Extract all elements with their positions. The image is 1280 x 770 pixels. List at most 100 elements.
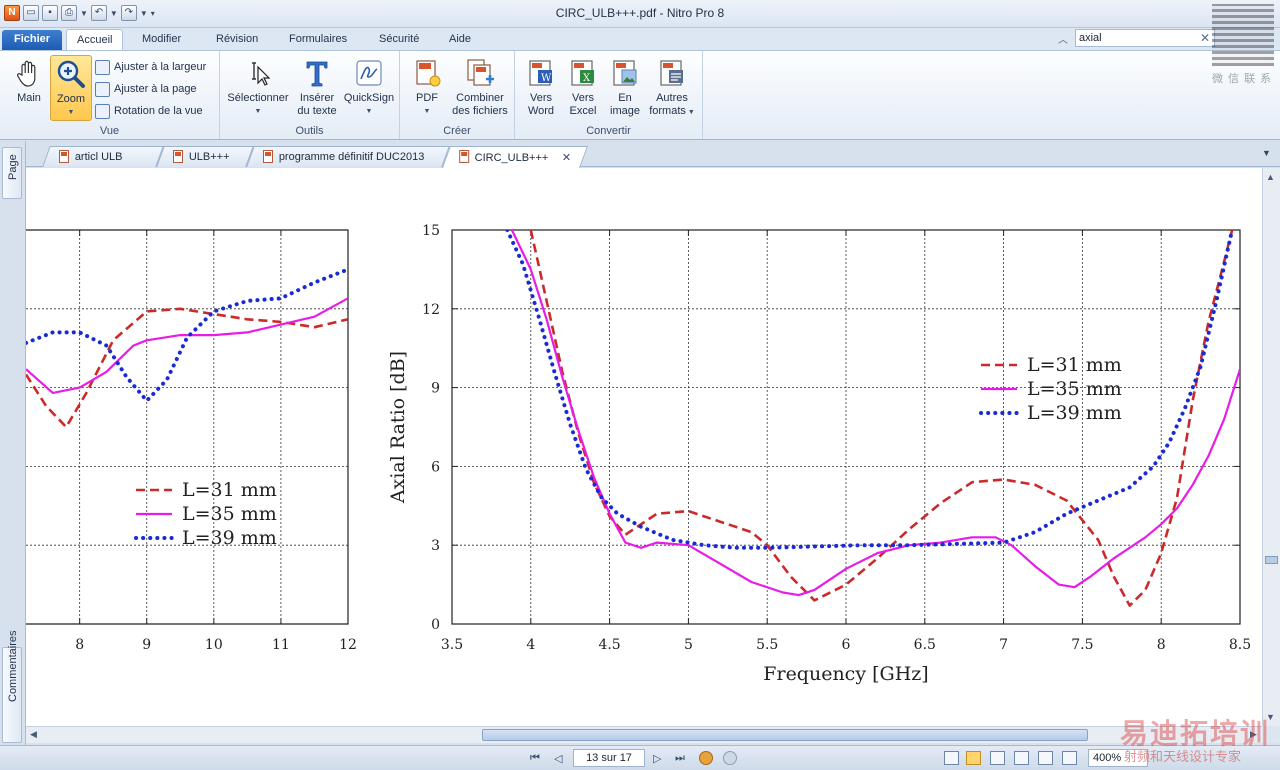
pdf-file-icon xyxy=(263,150,273,163)
x-tick-label: 6.5 xyxy=(914,637,936,653)
y-tick-label: 9 xyxy=(431,381,440,397)
ribbon: Main Zoom ▼ Ajuster à la largeur Ajuster… xyxy=(0,50,1280,140)
fit-width-button[interactable]: Ajuster à la largeur xyxy=(95,58,206,76)
select-label: Sélectionner xyxy=(227,92,289,104)
side-tab-comments-label: Commentaires xyxy=(7,630,19,702)
y-tick-label: 3 xyxy=(431,538,440,554)
facing-view-icon[interactable] xyxy=(990,751,1005,765)
fit-page-label: Ajuster à la page xyxy=(114,83,197,95)
combine-files-label-2: des fichiers xyxy=(452,105,508,117)
document-view[interactable]: 8 9 10 11 12 L=31 mm L=35 mm L=39 mm 3.5 4 4.5 5 5.… xyxy=(26,168,1262,726)
doc-tab-articl-ulb[interactable]: articl ULB xyxy=(42,146,164,167)
previous-page-icon[interactable]: ◁ xyxy=(554,752,562,765)
scroll-up-icon[interactable]: ▲ xyxy=(1266,172,1275,182)
x-axis-label: Frequency [GHz] xyxy=(763,663,928,685)
x-tick-label: 5 xyxy=(684,637,693,653)
legend-label: L=39 mm xyxy=(1027,402,1122,424)
tab-fichier[interactable]: Fichier xyxy=(2,30,63,50)
fit-page-view-icon[interactable] xyxy=(1038,751,1053,765)
group-label-vue: Vue xyxy=(99,125,120,137)
back-view-icon[interactable] xyxy=(699,751,713,765)
qr-caption-watermark: 微 信 联 系 xyxy=(1212,73,1273,85)
rotate-view-button[interactable]: Rotation de la vue xyxy=(95,102,203,120)
series-line xyxy=(26,307,348,429)
series-group xyxy=(505,230,1240,607)
other-formats-button[interactable]: Autres formats ▼ xyxy=(647,57,697,119)
to-word-button[interactable]: W Vers Word xyxy=(521,57,561,118)
x-tick-label: 8 xyxy=(1157,637,1166,653)
tab-revision[interactable]: Révision xyxy=(206,29,268,51)
x-tick-label: 11 xyxy=(272,637,290,653)
group-outils: Sélectionner ▼ Insérer du texte QuickSig… xyxy=(220,51,400,139)
other-formats-label-1: Autres xyxy=(656,92,688,104)
page-number-input[interactable]: 13 sur 17 xyxy=(573,749,645,767)
combine-files-label-1: Combiner xyxy=(456,92,504,104)
quicksign-icon xyxy=(356,60,382,86)
y-tick-label: 0 xyxy=(431,617,440,633)
tab-list-dropdown-icon[interactable]: ▼ xyxy=(1262,148,1271,158)
legend-label: L=31 mm xyxy=(1027,354,1122,376)
group-label-outils: Outils xyxy=(295,125,324,137)
combine-files-button[interactable]: Combiner des fichiers xyxy=(450,57,510,118)
facing-continuous-view-icon[interactable] xyxy=(1014,751,1029,765)
x-tick-label: 12 xyxy=(339,637,357,653)
select-button[interactable]: Sélectionner ▼ xyxy=(224,57,292,118)
doc-tab-programme[interactable]: programme définitif DUC2013 xyxy=(246,146,450,167)
tab-modifier[interactable]: Modifier xyxy=(132,29,191,51)
zoom-button[interactable]: Zoom ▼ xyxy=(50,55,92,121)
select-dropdown-icon: ▼ xyxy=(254,108,262,115)
tab-securite[interactable]: Sécurité xyxy=(369,29,429,51)
excel-doc-icon: X xyxy=(571,60,594,86)
scroll-left-icon[interactable]: ◀ xyxy=(30,729,37,740)
to-excel-label-1: Vers xyxy=(571,92,594,104)
side-tab-page-label: Page xyxy=(7,154,19,180)
other-formats-dropdown-icon: ▼ xyxy=(685,109,695,116)
side-tab-comments[interactable]: Commentaires xyxy=(2,630,22,743)
select-cursor-icon xyxy=(252,62,271,86)
doc-tab-circ-ulb[interactable]: CIRC_ULB+++ ✕ xyxy=(441,146,589,168)
insert-text-button[interactable]: Insérer du texte xyxy=(294,57,340,118)
title-bar: N ▭ ▪ ⎙ ▼ ↶ ▼ ↷ ▼ ▾ CIRC_ULB+++.pdf - Ni… xyxy=(0,0,1280,28)
group-vue: Main Zoom ▼ Ajuster à la largeur Ajuster… xyxy=(0,51,220,139)
hand-tool-label: Main xyxy=(17,92,41,104)
fullscreen-icon[interactable] xyxy=(1062,751,1077,765)
status-bar: ⏮ ◁ 13 sur 17 ▷ ⏭ 400% xyxy=(0,745,1280,770)
vertical-scrollbar[interactable]: ▲ ▼ xyxy=(1262,168,1280,726)
quicksign-button[interactable]: QuickSign ▼ xyxy=(342,57,396,118)
tab-accueil[interactable]: Accueil xyxy=(66,29,124,51)
side-tab-page[interactable]: Page xyxy=(2,147,22,199)
tab-formulaires[interactable]: Formulaires xyxy=(279,29,357,51)
to-image-button[interactable]: En image xyxy=(605,57,645,118)
series-line xyxy=(26,297,348,394)
x-tick-label: 9 xyxy=(142,637,151,653)
zoom-label: Zoom xyxy=(56,93,86,105)
first-page-icon[interactable]: ⏮ xyxy=(530,752,540,765)
to-image-label-1: En xyxy=(618,92,632,104)
combine-files-icon xyxy=(467,59,494,86)
word-doc-icon: W xyxy=(529,60,552,86)
create-pdf-button[interactable]: PDF ▼ xyxy=(406,57,448,118)
fit-page-button[interactable]: Ajuster à la page xyxy=(95,80,197,98)
rotate-icon xyxy=(95,103,110,119)
forward-view-icon[interactable] xyxy=(723,751,737,765)
create-pdf-dropdown-icon: ▼ xyxy=(423,108,431,115)
vertical-scroll-thumb[interactable] xyxy=(1265,556,1278,564)
tab-aide[interactable]: Aide xyxy=(439,29,481,51)
left-chart: 8 9 10 11 12 L=31 mmL=35 mmL=39 mm xyxy=(26,229,357,653)
close-tab-icon[interactable]: ✕ xyxy=(562,151,571,164)
doc-tab-ulb[interactable]: ULB+++ xyxy=(156,146,254,167)
hand-tool-button[interactable]: Main xyxy=(10,57,48,105)
collapse-ribbon-icon[interactable]: ︿ xyxy=(1058,31,1068,46)
horizontal-scrollbar[interactable]: ◀ ▶ xyxy=(26,726,1262,743)
continuous-view-icon[interactable] xyxy=(966,751,981,765)
next-page-icon[interactable]: ▷ xyxy=(653,752,661,765)
clear-search-icon[interactable]: ✕ xyxy=(1200,31,1210,45)
single-page-view-icon[interactable] xyxy=(944,751,959,765)
doc-tab-label: CIRC_ULB+++ xyxy=(474,152,549,164)
last-page-icon[interactable]: ⏭ xyxy=(675,752,685,765)
horizontal-scroll-thumb[interactable] xyxy=(482,729,1088,741)
y-axis-label: Axial Ratio [dB] xyxy=(387,351,409,504)
to-excel-button[interactable]: X Vers Excel xyxy=(563,57,603,118)
search-input[interactable]: axial xyxy=(1075,29,1215,47)
x-tick-label: 4 xyxy=(526,637,535,653)
